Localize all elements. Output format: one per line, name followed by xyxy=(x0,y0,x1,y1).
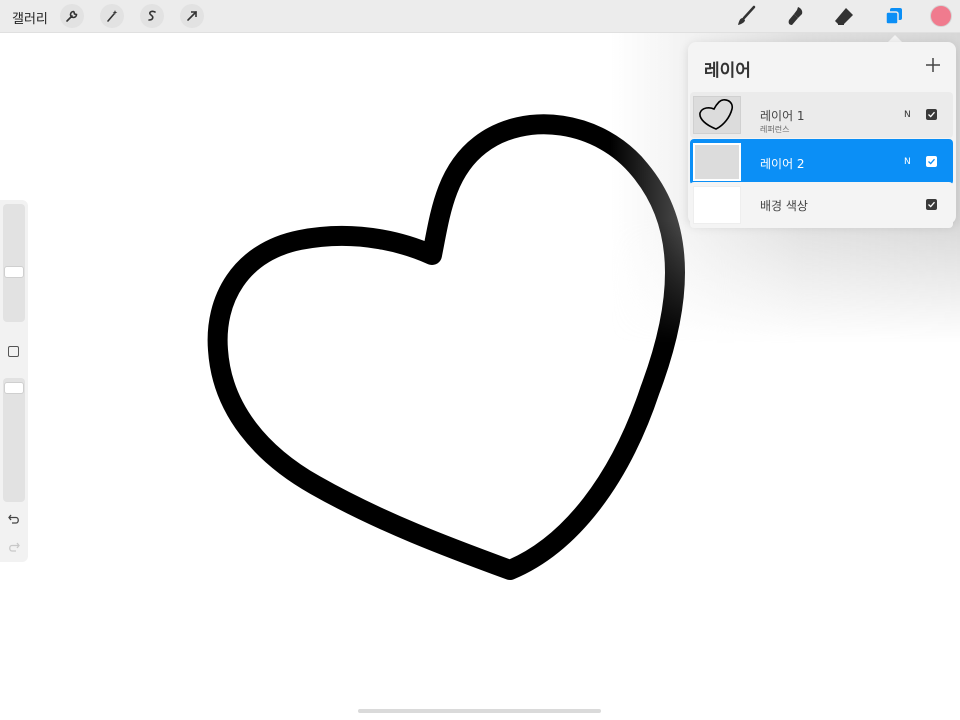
transform-arrow-icon xyxy=(187,11,197,21)
layer-name: 레이어 1 xyxy=(760,109,805,123)
layer-row-2[interactable]: 레이어 2 N xyxy=(690,139,953,185)
modify-button[interactable] xyxy=(8,346,19,357)
heart-thumbnail-icon xyxy=(699,99,734,130)
layers-panel: 레이어 레이어 1 레퍼런스 N 레이어 2 N 배경 색상 xyxy=(688,42,956,228)
left-sidebar xyxy=(0,200,28,562)
selection-icon xyxy=(148,10,156,21)
layers-icon xyxy=(885,8,902,25)
magic-wand-icon xyxy=(107,10,118,22)
layer-name: 레이어 2 xyxy=(760,157,805,171)
brush-size-thumb[interactable] xyxy=(4,266,24,278)
top-toolbar: 갤러리 xyxy=(0,0,960,33)
visibility-checkbox[interactable] xyxy=(926,109,937,120)
visibility-checkbox[interactable] xyxy=(926,156,937,167)
check-icon xyxy=(928,111,935,118)
layer-subtitle: 레퍼런스 xyxy=(760,125,790,134)
smudge-icon xyxy=(788,7,803,25)
selection-button[interactable] xyxy=(140,4,164,28)
heart-stroke xyxy=(207,114,685,580)
opacity-thumb[interactable] xyxy=(4,382,24,394)
transform-button[interactable] xyxy=(180,4,204,28)
home-indicator xyxy=(358,709,601,713)
layer-thumbnail xyxy=(693,143,741,181)
wrench-icon xyxy=(66,10,78,22)
redo-icon[interactable] xyxy=(7,540,21,554)
brush-size-slider[interactable] xyxy=(3,204,25,322)
check-icon xyxy=(928,201,935,208)
check-icon xyxy=(928,158,935,165)
plus-icon[interactable] xyxy=(924,56,942,74)
layers-tool[interactable] xyxy=(881,4,907,28)
blend-mode-button[interactable]: N xyxy=(904,157,911,167)
smudge-tool[interactable] xyxy=(783,4,809,28)
layer-name: 배경 색상 xyxy=(760,199,808,213)
layer-thumbnail xyxy=(693,96,741,134)
brush-tool[interactable] xyxy=(733,4,759,28)
layers-panel-title: 레이어 xyxy=(704,61,751,81)
undo-icon[interactable] xyxy=(7,512,21,526)
actions-wrench-button[interactable] xyxy=(60,4,84,28)
layer-thumbnail xyxy=(693,186,741,224)
opacity-slider[interactable] xyxy=(3,378,25,502)
eraser-icon xyxy=(835,8,853,25)
visibility-checkbox[interactable] xyxy=(926,199,937,210)
layer-row-1[interactable]: 레이어 1 레퍼런스 N xyxy=(690,92,953,138)
eraser-tool[interactable] xyxy=(831,4,857,28)
blend-mode-button[interactable]: N xyxy=(904,110,911,120)
brush-icon xyxy=(738,5,756,25)
color-picker-swatch[interactable] xyxy=(930,5,952,27)
layer-row-background[interactable]: 배경 색상 xyxy=(690,182,953,228)
gallery-button[interactable]: 갤러리 xyxy=(12,8,48,27)
adjustments-button[interactable] xyxy=(100,4,124,28)
